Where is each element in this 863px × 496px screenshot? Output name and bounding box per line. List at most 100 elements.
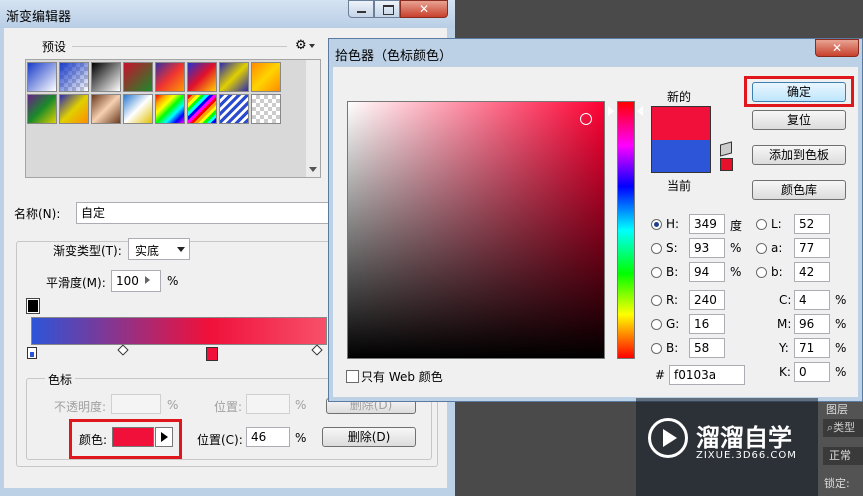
opacity-position-label: 位置:: [214, 400, 243, 414]
layers-tab[interactable]: 图层: [826, 401, 848, 417]
preset-grid: [27, 62, 283, 124]
color-field-cursor[interactable]: [580, 113, 592, 125]
h-radio[interactable]: [651, 219, 662, 230]
preset-swatch[interactable]: [91, 62, 121, 92]
position-input[interactable]: 46: [246, 427, 290, 447]
g-radio[interactable]: [651, 319, 662, 330]
hue-left-arrow-icon[interactable]: [608, 106, 614, 116]
r-label: R:: [666, 293, 679, 307]
opacity-input: [111, 394, 161, 414]
k-unit: %: [835, 365, 847, 379]
g-input[interactable]: 16: [689, 314, 725, 334]
presets-label: 预设: [40, 38, 69, 55]
blue-input[interactable]: 58: [689, 338, 725, 358]
y-unit: %: [835, 341, 847, 355]
color-libraries-button[interactable]: 颜色库: [752, 180, 846, 200]
smoothness-flyout-icon[interactable]: [145, 276, 150, 284]
s-input[interactable]: 93: [689, 238, 725, 258]
new-label: 新的: [667, 90, 692, 104]
reset-button[interactable]: 复位: [752, 110, 846, 130]
preset-swatch[interactable]: [187, 62, 217, 92]
web-only-checkbox[interactable]: [346, 370, 359, 383]
l-radio[interactable]: [756, 219, 767, 230]
smoothness-label: 平滑度(M):: [46, 276, 106, 290]
preset-swatch[interactable]: [91, 94, 121, 124]
y-input[interactable]: 71: [794, 338, 830, 358]
preset-swatch[interactable]: [219, 62, 249, 92]
gradient-type-select[interactable]: 实底: [128, 238, 190, 260]
gradient-type-label: 渐变类型(T):: [50, 242, 125, 259]
lab-b-input[interactable]: 42: [794, 262, 830, 282]
c-unit: %: [835, 293, 847, 307]
lab-b-label: b:: [771, 265, 783, 279]
name-input[interactable]: 自定: [76, 202, 336, 224]
hue-slider[interactable]: [617, 101, 635, 359]
presets-scrollbar[interactable]: [306, 60, 320, 177]
gamut-swatch[interactable]: [720, 158, 733, 171]
color-field[interactable]: [347, 101, 605, 359]
delete-button[interactable]: 删除(D): [322, 427, 416, 447]
gear-icon[interactable]: ⚙: [295, 38, 307, 53]
a-radio[interactable]: [756, 243, 767, 254]
opacity-stop-marker[interactable]: [27, 299, 39, 313]
color-stops-label: 色标: [45, 371, 76, 388]
chevron-down-icon: [177, 247, 185, 252]
blend-mode[interactable]: 正常: [823, 447, 863, 465]
close-icon: ✕: [418, 2, 430, 16]
m-input[interactable]: 96: [794, 314, 830, 334]
hex-hash: #: [655, 368, 666, 382]
color-stop-selected[interactable]: [206, 347, 218, 361]
gradient-preview-bar[interactable]: [31, 317, 327, 345]
flyout-arrow-icon: [309, 44, 315, 48]
r-input[interactable]: 240: [689, 290, 725, 310]
lab-b-radio[interactable]: [756, 267, 767, 278]
preset-swatch[interactable]: [59, 62, 89, 92]
add-to-swatches-button[interactable]: 添加到色板: [752, 145, 846, 165]
presets-divider: [72, 46, 287, 47]
current-color-swatch[interactable]: [651, 140, 711, 173]
picker-close-button[interactable]: ✕: [815, 39, 859, 57]
color-stop-left-swatch: [30, 352, 34, 357]
l-input[interactable]: 52: [794, 214, 830, 234]
color-picker-window: 拾色器（色标颜色） ✕ 新的 当前 确定 复位 添加到色板 颜色库 H: 349…: [328, 38, 863, 402]
b-radio[interactable]: [651, 267, 662, 278]
b-unit: %: [730, 265, 742, 279]
color-stop-left[interactable]: [27, 347, 37, 359]
smoothness-input[interactable]: 100: [111, 270, 161, 292]
s-label: S:: [666, 241, 678, 255]
h-input[interactable]: 349: [689, 214, 725, 234]
right-panel: 图层 ⌕类型 正常 锁定:: [818, 395, 863, 496]
kind-filter[interactable]: ⌕类型: [823, 419, 863, 437]
m-label: M:: [777, 317, 792, 331]
minimize-icon: [357, 11, 366, 13]
preset-swatch[interactable]: [27, 62, 57, 92]
minimize-button[interactable]: [348, 0, 374, 18]
preset-swatch[interactable]: [187, 94, 217, 124]
preset-swatch[interactable]: [59, 94, 89, 124]
preset-swatch[interactable]: [123, 94, 153, 124]
b-input[interactable]: 94: [689, 262, 725, 282]
c-input[interactable]: 4: [794, 290, 830, 310]
watermark-play-icon: [663, 429, 677, 447]
maximize-icon: [383, 5, 394, 15]
watermark-url: ZIXUE.3D66.COM: [696, 450, 797, 461]
g-label: G:: [666, 317, 680, 331]
preset-swatch[interactable]: [123, 62, 153, 92]
hex-input[interactable]: f0103a: [669, 365, 745, 385]
a-input[interactable]: 77: [794, 238, 830, 258]
s-radio[interactable]: [651, 243, 662, 254]
watermark-brand: 溜溜自学: [696, 424, 792, 452]
preset-swatch[interactable]: [219, 94, 249, 124]
k-input[interactable]: 0: [794, 362, 830, 382]
preset-swatch[interactable]: [251, 62, 281, 92]
close-button[interactable]: ✕: [400, 0, 448, 18]
preset-swatch[interactable]: [155, 94, 185, 124]
blue-radio[interactable]: [651, 343, 662, 354]
hue-right-arrow-icon[interactable]: [637, 106, 643, 116]
gradient-type-value: 实底: [135, 244, 160, 258]
preset-swatch[interactable]: [27, 94, 57, 124]
preset-swatch[interactable]: [251, 94, 281, 124]
maximize-button[interactable]: [374, 0, 400, 18]
r-radio[interactable]: [651, 295, 662, 306]
preset-swatch[interactable]: [155, 62, 185, 92]
